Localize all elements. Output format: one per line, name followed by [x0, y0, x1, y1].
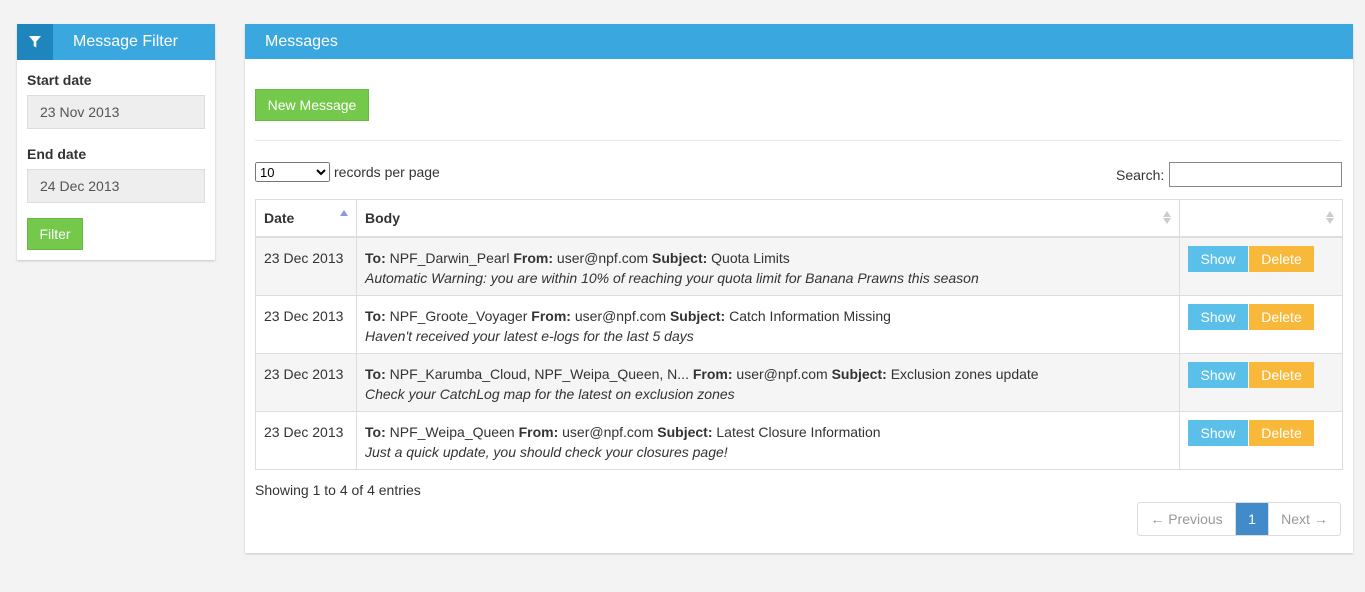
delete-button[interactable]: Delete: [1249, 304, 1314, 330]
messages-title: Messages: [265, 32, 338, 50]
column-header-body[interactable]: Body: [356, 199, 1180, 238]
records-per-page-select[interactable]: 10: [255, 162, 330, 182]
start-date-label: Start date: [27, 72, 92, 88]
subject-value: Catch Information Missing: [729, 308, 891, 324]
from-value: user@npf.com: [556, 250, 649, 266]
message-filter-header: Message Filter: [17, 24, 215, 60]
message-meta: To: NPF_Karumba_Cloud, NPF_Weipa_Queen, …: [365, 364, 1171, 384]
messages-panel: Messages New Message 10 records per page…: [245, 24, 1353, 553]
column-header-date-label: Date: [264, 210, 295, 226]
previous-page-button[interactable]: ← Previous: [1138, 503, 1236, 535]
body-cell: To: NPF_Groote_Voyager From: user@npf.co…: [356, 295, 1180, 354]
subject-label: Subject:: [669, 308, 726, 324]
message-preview: Just a quick update, you should check yo…: [365, 444, 728, 460]
body-cell: To: NPF_Karumba_Cloud, NPF_Weipa_Queen, …: [356, 353, 1180, 412]
show-button[interactable]: Show: [1188, 246, 1248, 272]
body-cell: To: NPF_Darwin_Pearl From: user@npf.com …: [356, 236, 1180, 296]
date-cell: 23 Dec 2013: [255, 295, 357, 354]
new-message-button[interactable]: New Message: [255, 89, 369, 121]
pagination: ← Previous 1 Next →: [1137, 502, 1341, 536]
date-cell: 23 Dec 2013: [255, 411, 357, 470]
sort-down-arrow-icon: [1326, 218, 1334, 224]
actions-cell: Show Delete: [1179, 236, 1343, 296]
table-row: 23 Dec 2013 To: NPF_Darwin_Pearl From: u…: [255, 236, 1343, 296]
records-per-page-label: records per page: [334, 164, 440, 180]
sort-up-arrow-icon: [340, 210, 348, 216]
from-value: user@npf.com: [574, 308, 667, 324]
show-button[interactable]: Show: [1188, 304, 1248, 330]
delete-button[interactable]: Delete: [1249, 362, 1314, 388]
to-label: To:: [365, 424, 386, 440]
column-header-actions[interactable]: [1179, 199, 1343, 238]
message-meta: To: NPF_Weipa_Queen From: user@npf.com S…: [365, 422, 1171, 442]
date-cell: 23 Dec 2013: [255, 353, 357, 412]
actions-cell: Show Delete: [1179, 353, 1343, 412]
actions-cell: Show Delete: [1179, 411, 1343, 470]
table-row: 23 Dec 2013 To: NPF_Karumba_Cloud, NPF_W…: [255, 353, 1343, 412]
message-filter-panel: Message Filter Start date End date Filte…: [17, 24, 215, 260]
subject-value: Quota Limits: [711, 250, 790, 266]
search-label: Search:: [1116, 167, 1165, 183]
filter-icon-box: [17, 24, 53, 60]
from-value: user@npf.com: [736, 366, 828, 382]
sort-both-icon: [1326, 211, 1334, 224]
subject-label: Subject:: [657, 424, 713, 440]
from-label: From:: [531, 308, 571, 324]
end-date-input[interactable]: [27, 169, 205, 203]
to-label: To:: [365, 308, 386, 324]
show-button[interactable]: Show: [1188, 420, 1248, 446]
from-label: From:: [513, 250, 554, 266]
start-date-input[interactable]: [27, 95, 205, 129]
subject-label: Subject:: [652, 250, 708, 266]
message-preview: Check your CatchLog map for the latest o…: [365, 386, 735, 402]
body-cell: To: NPF_Weipa_Queen From: user@npf.com S…: [356, 411, 1180, 470]
sort-down-arrow-icon: [1163, 218, 1171, 224]
sort-up-arrow-icon: [1326, 211, 1334, 217]
from-label: From:: [692, 366, 733, 382]
page-1-button[interactable]: 1: [1236, 503, 1268, 535]
to-label: To:: [365, 366, 386, 382]
from-label: From:: [518, 424, 559, 440]
actions-cell: Show Delete: [1179, 295, 1343, 354]
message-meta: To: NPF_Groote_Voyager From: user@npf.co…: [365, 306, 1171, 326]
message-preview: Haven't received your latest e-logs for …: [365, 328, 694, 344]
show-button[interactable]: Show: [1188, 362, 1248, 388]
subject-label: Subject:: [831, 366, 887, 382]
sort-up-arrow-icon: [1163, 211, 1171, 217]
column-header-body-label: Body: [365, 210, 400, 226]
to-label: To:: [365, 250, 386, 266]
delete-button[interactable]: Delete: [1249, 420, 1314, 446]
filter-button[interactable]: Filter: [27, 218, 83, 250]
to-value: NPF_Karumba_Cloud, NPF_Weipa_Queen, N...: [389, 366, 689, 382]
sort-asc-icon: [340, 210, 348, 216]
next-page-button[interactable]: Next →: [1268, 503, 1340, 535]
search-input[interactable]: [1169, 162, 1342, 187]
table-row: 23 Dec 2013 To: NPF_Weipa_Queen From: us…: [255, 411, 1343, 470]
divider: [255, 140, 1342, 141]
from-value: user@npf.com: [562, 424, 654, 440]
to-value: NPF_Weipa_Queen: [389, 424, 515, 440]
sort-both-icon: [1163, 211, 1171, 224]
message-filter-title: Message Filter: [73, 33, 178, 50]
funnel-icon: [29, 36, 41, 48]
table-header-row: Date Body: [255, 199, 1343, 238]
table-row: 23 Dec 2013 To: NPF_Groote_Voyager From:…: [255, 295, 1343, 354]
message-meta: To: NPF_Darwin_Pearl From: user@npf.com …: [365, 248, 1171, 268]
subject-value: Latest Closure Information: [716, 424, 881, 440]
entries-info: Showing 1 to 4 of 4 entries: [255, 482, 421, 498]
messages-table: Date Body 23 Dec 2013 To: NPF_Darwin_Pea…: [255, 199, 1343, 470]
to-value: NPF_Groote_Voyager: [389, 308, 528, 324]
column-header-date[interactable]: Date: [255, 199, 357, 238]
messages-header: Messages: [245, 24, 1353, 59]
date-cell: 23 Dec 2013: [255, 236, 357, 296]
to-value: NPF_Darwin_Pearl: [389, 250, 510, 266]
delete-button[interactable]: Delete: [1249, 246, 1314, 272]
message-preview: Automatic Warning: you are within 10% of…: [365, 270, 979, 286]
subject-value: Exclusion zones update: [890, 366, 1039, 382]
end-date-label: End date: [27, 146, 87, 162]
